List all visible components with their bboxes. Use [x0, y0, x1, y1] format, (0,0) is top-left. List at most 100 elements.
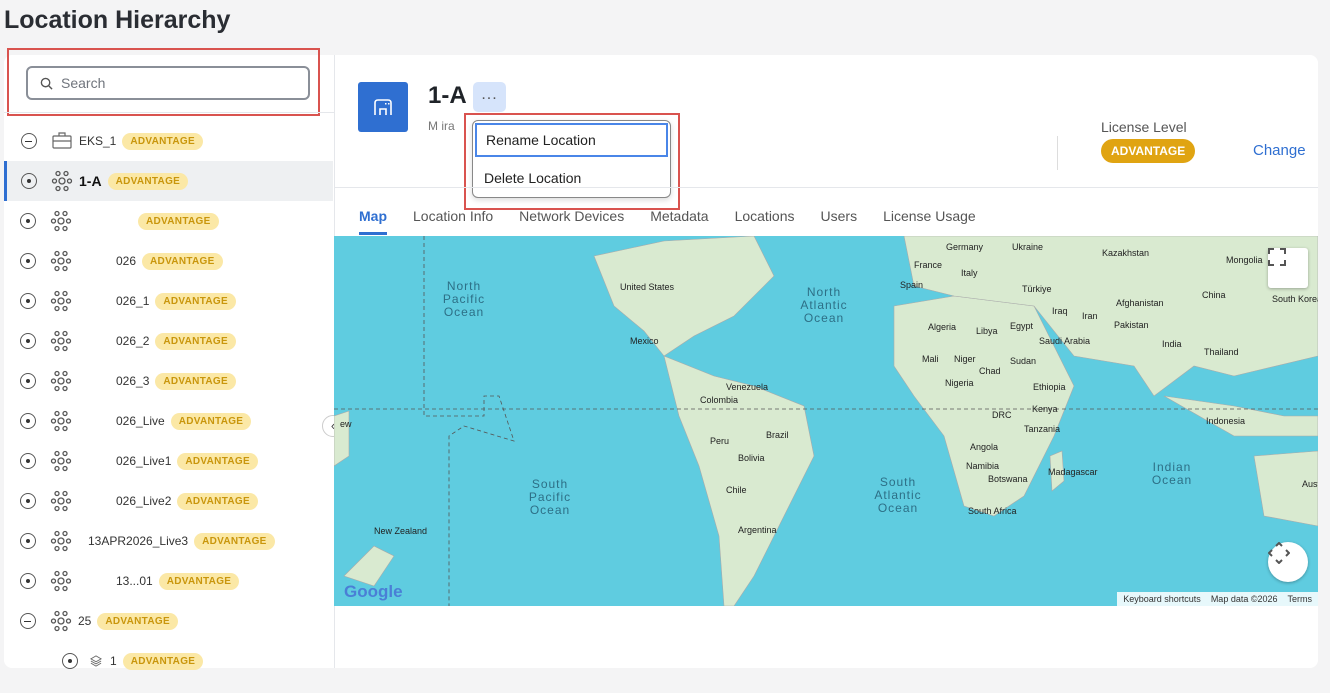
tree-item[interactable]: 026_1 ADVANTAGE	[4, 281, 333, 321]
ocean-label: South Pacific Ocean	[528, 477, 572, 517]
map-label: Afghanistan	[1116, 298, 1164, 308]
move-icon	[1268, 542, 1290, 564]
tree-item-label: 026_1	[116, 294, 150, 308]
license-badge: ADVANTAGE	[158, 572, 240, 590]
map-label: Mali	[922, 354, 939, 364]
collapse-icon[interactable]	[21, 133, 37, 149]
map-label: France	[914, 260, 943, 270]
terms-link[interactable]: Terms	[1288, 594, 1313, 604]
radio-icon[interactable]	[20, 373, 36, 389]
map-label: Colombia	[700, 395, 739, 405]
map-label: Iraq	[1052, 306, 1068, 316]
map-label: Chile	[726, 485, 747, 495]
change-license-link[interactable]: Change	[1253, 142, 1306, 159]
map-label: Ukraine	[1012, 242, 1044, 252]
tab-users[interactable]: Users	[821, 208, 858, 235]
tree-item[interactable]: 1 ADVANTAGE	[4, 641, 333, 681]
keyboard-shortcuts-link[interactable]: Keyboard shortcuts	[1123, 594, 1201, 604]
radio-icon[interactable]	[21, 173, 37, 189]
map-label: Argentina	[738, 525, 777, 535]
network-icon	[50, 410, 72, 432]
briefcase-icon	[51, 130, 73, 152]
network-icon	[50, 570, 72, 592]
tab-location-info[interactable]: Location Info	[413, 208, 493, 235]
tree-item[interactable]: 026_2 ADVANTAGE	[4, 321, 333, 361]
tree-item[interactable]: 13...01 ADVANTAGE	[4, 561, 333, 601]
detail-tabs: Map Location Info Network Devices Metada…	[359, 208, 976, 235]
map-label: Türkiye	[1022, 284, 1052, 294]
radio-icon[interactable]	[20, 293, 36, 309]
divider	[4, 112, 334, 113]
fullscreen-button[interactable]	[1268, 248, 1308, 288]
tree-item[interactable]: 026_Live2 ADVANTAGE	[4, 481, 333, 521]
tree-item[interactable]: 026_Live1 ADVANTAGE	[4, 441, 333, 481]
license-badge: ADVANTAGE	[170, 412, 252, 430]
radio-icon[interactable]	[20, 493, 36, 509]
map-view[interactable]: Germany Ukraine Kazakhstan Mongolia France It…	[334, 236, 1318, 606]
map-label: Angola	[970, 442, 999, 452]
map-data-text: Map data ©2026	[1210, 594, 1278, 604]
license-badge: ADVANTAGE	[177, 452, 258, 470]
map-label: Madagascar	[1048, 467, 1098, 477]
tab-network-devices[interactable]: Network Devices	[519, 208, 624, 235]
tree-item-label: 026	[116, 254, 137, 268]
radio-icon[interactable]	[20, 213, 36, 229]
map-label: Italy	[961, 268, 978, 278]
map-label: South Africa	[968, 506, 1017, 516]
license-badge: ADVANTAGE	[155, 332, 236, 350]
map-label: Egypt	[1010, 321, 1034, 331]
license-badge: ADVANTAGE	[1101, 139, 1196, 163]
tree-item-label: 026_Live	[116, 414, 165, 428]
map-label: Namibia	[966, 461, 1000, 471]
ocean-label: North Atlantic Ocean	[800, 285, 848, 325]
map-label: Algeria	[928, 322, 957, 332]
layers-icon	[88, 653, 104, 669]
network-icon	[50, 210, 72, 232]
map-label: ew	[340, 419, 352, 429]
tree-item[interactable]: 25 ADVANTAGE	[4, 601, 333, 641]
map-label: Germany	[946, 242, 984, 252]
tree-item[interactable]: 13APR2026_Live3 ADVANTAGE	[4, 521, 333, 561]
map-label: Brazil	[766, 430, 789, 440]
map-label: Niger	[954, 354, 976, 364]
divider	[334, 187, 1318, 188]
radio-icon[interactable]	[20, 573, 36, 589]
tree-item[interactable]: 1-A ADVANTAGE	[4, 161, 333, 201]
tree-item[interactable]: 026_Live ADVANTAGE	[4, 401, 333, 441]
ocean-label: North Pacific Ocean	[442, 279, 486, 319]
tree-item-label: 13APR2026_Live3	[88, 534, 189, 548]
tab-locations[interactable]: Locations	[735, 208, 795, 235]
map-label: Bolivia	[738, 453, 765, 463]
network-icon	[50, 610, 72, 632]
tree-item[interactable]: EKS_1 ADVANTAGE	[4, 121, 333, 161]
radio-icon[interactable]	[20, 333, 36, 349]
radio-icon[interactable]	[62, 653, 78, 669]
tree-item[interactable]: 026 ADVANTAGE	[4, 241, 333, 281]
more-options-button[interactable]: ...	[473, 82, 506, 112]
tree-item[interactable]: ADVANTAGE	[4, 201, 333, 241]
tab-map[interactable]: Map	[359, 208, 387, 235]
map-label: Saudi Arabia	[1039, 336, 1091, 346]
map-label: Aust	[1302, 479, 1318, 489]
network-icon	[50, 290, 72, 312]
radio-icon[interactable]	[20, 413, 36, 429]
map-label: Mexico	[630, 336, 659, 346]
map-label: Sudan	[1010, 356, 1037, 366]
tree-item-label: 026_2	[116, 334, 150, 348]
map-label: India	[1162, 339, 1182, 349]
tree-item-label: 026_Live1	[116, 454, 172, 468]
radio-icon[interactable]	[20, 253, 36, 269]
map-label: Kenya	[1032, 404, 1058, 414]
tree-item[interactable]: 026_3 ADVANTAGE	[4, 361, 333, 401]
tab-metadata[interactable]: Metadata	[650, 208, 708, 235]
tree-item-label: 026_3	[116, 374, 150, 388]
radio-icon[interactable]	[20, 453, 36, 469]
radio-icon[interactable]	[20, 533, 36, 549]
map-label: Venezuela	[726, 382, 769, 392]
collapse-icon[interactable]	[20, 613, 36, 629]
map-pan-control[interactable]	[1268, 542, 1308, 582]
license-badge: ADVANTAGE	[142, 252, 223, 270]
license-badge: ADVANTAGE	[177, 492, 258, 510]
tree-item-label: 1-A	[79, 173, 102, 189]
tab-license-usage[interactable]: License Usage	[883, 208, 976, 235]
